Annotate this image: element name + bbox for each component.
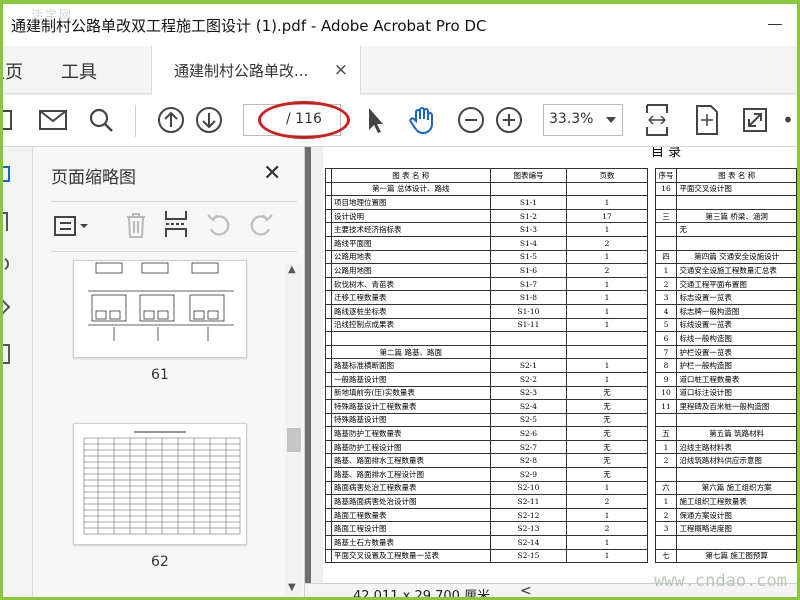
- zoom-value: 33.3%: [549, 111, 594, 127]
- document-tab[interactable]: 通建制村公路单改... ×: [151, 46, 361, 95]
- menu-tools[interactable]: 工具: [61, 58, 97, 84]
- scroll-up-icon[interactable]: ▲: [288, 264, 296, 275]
- scrollbar-thumb[interactable]: [287, 428, 301, 452]
- toc-row: 一般路基设计图 S2-2 1 9 道口桩工程数量表: [325, 371, 797, 387]
- fit-page-icon[interactable]: [691, 103, 723, 137]
- zoom-out-icon[interactable]: [455, 103, 487, 137]
- scroll-down-icon[interactable]: ▼: [288, 582, 296, 593]
- next-page-icon[interactable]: [193, 103, 225, 137]
- minimize-icon: [768, 23, 782, 25]
- insert-page-icon[interactable]: [163, 209, 193, 241]
- highlight-circle: [258, 101, 350, 139]
- options-menu-icon[interactable]: [53, 211, 93, 241]
- panel-title: 页面缩略图: [51, 168, 136, 188]
- toc-row: 路面工程设计图 S2-13 2 3 工程概略进度图: [325, 521, 797, 537]
- toc-row: 路基防护工程数量表 S2-6 无五第五篇 筑路材料: [325, 426, 797, 441]
- toolbar: •: [3, 95, 797, 147]
- toc-header-row: 图 表 名 称 图表编号 页数 序号 图 表 名 称: [325, 168, 797, 183]
- save-icon[interactable]: [3, 103, 17, 137]
- toc-row: 设计说明 S1-2 17 三第三篇 桥梁、涵洞: [325, 208, 797, 224]
- email-icon[interactable]: [37, 103, 69, 137]
- minimize-button[interactable]: [763, 12, 787, 36]
- toc-row: 路线平面图 S1-4 2: [325, 235, 797, 251]
- nav-pane-icons[interactable]: [3, 147, 33, 367]
- toc-row: 项目地理位置图 S1-1 1: [325, 195, 797, 210]
- watermark-top: 活学网: [31, 8, 74, 22]
- toc-row: 路基标准横断面图 S2-1 1 8 护栏一般构造图: [325, 358, 797, 373]
- left-navigation-strip: [3, 147, 33, 597]
- toc-row: 路面工程数量表 S2-12 1 2 保通方案设计图: [325, 507, 797, 523]
- thumbnail-number-62: 62: [151, 554, 169, 570]
- delete-icon[interactable]: [123, 211, 153, 241]
- zoom-in-icon[interactable]: [493, 103, 525, 137]
- previous-page-icon[interactable]: [155, 103, 187, 137]
- toc-row: 平面交叉设置及工程数量一览表 S2-15 1 七第七篇 施工图预算: [325, 548, 797, 564]
- toc-row: 砍伐树木、青苗表 S1-7 1 2 交通工程平面布置图: [325, 276, 797, 292]
- thumbnail-scrollbar[interactable]: ▲ ▼: [285, 264, 301, 596]
- toc-row: 路线逐桩坐标表 S1-10 1 4 标志牌一般构造图: [325, 303, 797, 319]
- tab-close-icon[interactable]: ×: [334, 60, 348, 80]
- page-dimensions: 42.011 x 29.700 厘米: [353, 589, 491, 600]
- chevron-down-icon: [606, 117, 616, 123]
- toc-row: 新地填前夯(压)实数量表 S2-3 无 10 道口标注设计图: [325, 385, 797, 401]
- more-tools-icon[interactable]: •: [779, 103, 797, 137]
- zoom-select[interactable]: 33.3%: [543, 104, 623, 136]
- close-icon[interactable]: ✕: [263, 161, 281, 186]
- toc-row: 路基路面病害处治设计图 S2-11 2 1 施工组织工程数量表: [325, 494, 797, 509]
- doc-top-header: 目 录: [651, 147, 682, 160]
- toc-row: 公路用地表 S1-5 1 四第四篇 交通安全设施设计: [325, 249, 797, 265]
- toc-row: 沿线控制点成果表 S1-11 1 5 标线设置一览表: [325, 317, 797, 333]
- toc-row: 第二篇 路基、路面 7 护栏设置一览表: [325, 344, 797, 360]
- document-page[interactable]: 目 录 图 表 名 称 图表编号 页数 序号 图 表 名 称 第一篇 总体设计、…: [323, 147, 797, 583]
- menu-bar: 主页 工具: [3, 46, 797, 94]
- toc-row: 特殊路基设计图 S2-5 无: [325, 412, 797, 428]
- thumbnail-page-62[interactable]: [73, 423, 247, 545]
- toc-row: 路面病害处治工程数量表 S2-10 1 六第六篇 施工组织方案: [325, 480, 797, 496]
- thumbnail-number-61: 61: [151, 367, 169, 383]
- toc-row: 路基、路面排水工程设计图 S2-9 无: [325, 467, 797, 482]
- toc-row: 主要技术经济指标表 S1-3 1 无: [325, 222, 797, 237]
- acrobat-window: 通建制村公路单改双工程施工图设计 (1).pdf - Adobe Acrobat…: [0, 0, 800, 600]
- toc-row: 路基防护工程设计图 S2-7 无 1 沿线主路材料表: [325, 439, 797, 455]
- menu-home[interactable]: 主页: [3, 58, 23, 84]
- scroll-left-icon[interactable]: <: [520, 583, 532, 597]
- toc-row: 迁移工程数量表 S1-8 1 3 标志设置一览表: [325, 290, 797, 305]
- full-screen-icon[interactable]: [739, 103, 771, 137]
- toc-row: 6 标线一般构造图: [325, 331, 797, 346]
- search-icon[interactable]: [85, 103, 117, 137]
- page-thumbnails-panel: 页面缩略图 ✕ 61 62: [33, 147, 305, 597]
- toc-row: 路基土石方数量表 S2-14 1: [325, 535, 797, 550]
- title-bar: 通建制村公路单改双工程施工图设计 (1).pdf - Adobe Acrobat…: [3, 4, 797, 46]
- thumbnail-page-61[interactable]: [73, 260, 247, 358]
- toc-table: 图 表 名 称 图表编号 页数 序号 图 表 名 称 第一篇 总体设计、路线 16…: [325, 168, 797, 564]
- watermark: www.cndao.com: [653, 571, 787, 591]
- toc-row: 公路用地图 S1-6 2 1 交通安全设施工程数量汇总表: [325, 263, 797, 278]
- undo-icon[interactable]: [205, 211, 235, 241]
- hand-tool-icon[interactable]: [405, 103, 439, 137]
- redo-icon[interactable]: [247, 211, 277, 241]
- window-title: 通建制村公路单改双工程施工图设计 (1).pdf - Adobe Acrobat…: [11, 16, 487, 35]
- document-tab-label: 通建制村公路单改...: [174, 62, 309, 80]
- toc-row: 特殊路基设计工程数量表 S2-4 无 11 里程碑及百米桩一般构造图: [325, 399, 797, 414]
- toc-row: 路基、路面排水工程数量表 S2-8 无 2 沿线筑路材料供应示意图: [325, 453, 797, 469]
- toc-row: 第一篇 总体设计、路线 16 平面交叉设计图: [325, 181, 797, 197]
- fit-width-icon[interactable]: [641, 103, 673, 137]
- select-arrow-icon[interactable]: [361, 103, 389, 137]
